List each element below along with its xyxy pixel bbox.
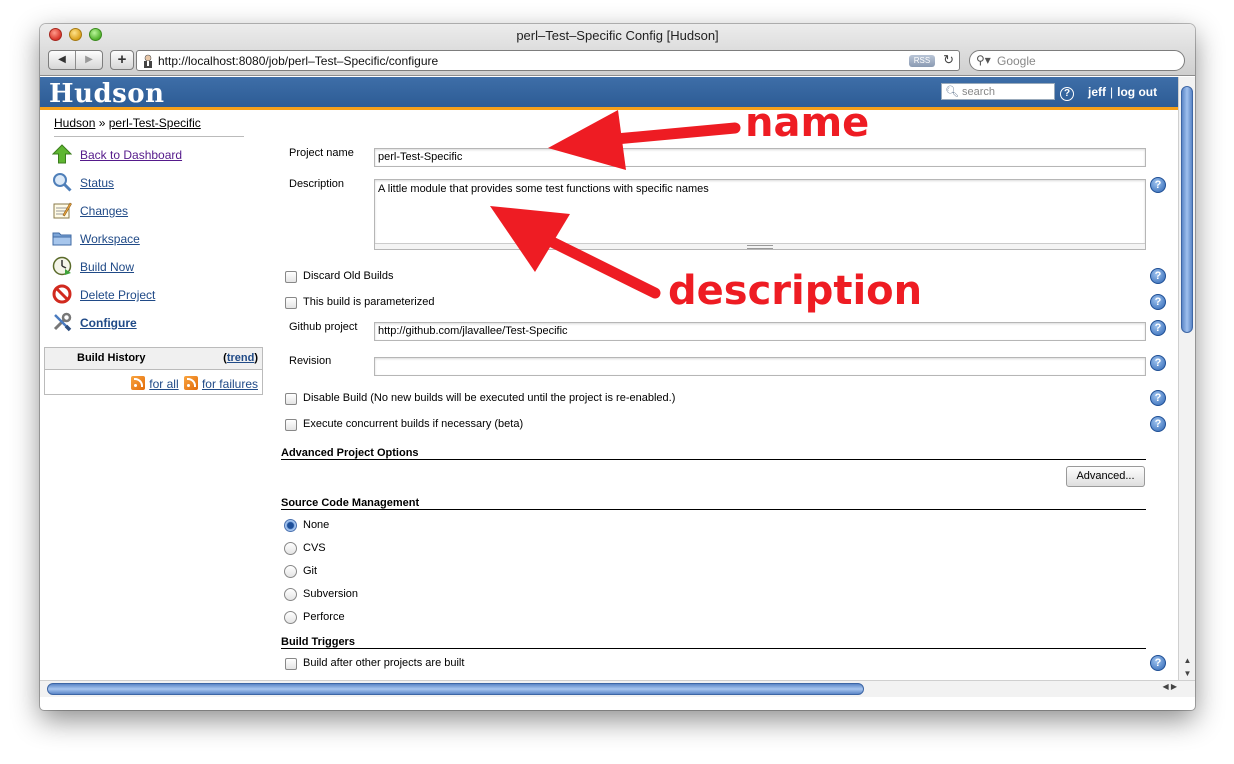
annotation-name: name — [745, 100, 870, 146]
name-arrow — [548, 110, 741, 170]
annotation-description: description — [668, 268, 923, 314]
annotation-arrows — [490, 110, 741, 299]
description-arrow — [490, 206, 661, 299]
